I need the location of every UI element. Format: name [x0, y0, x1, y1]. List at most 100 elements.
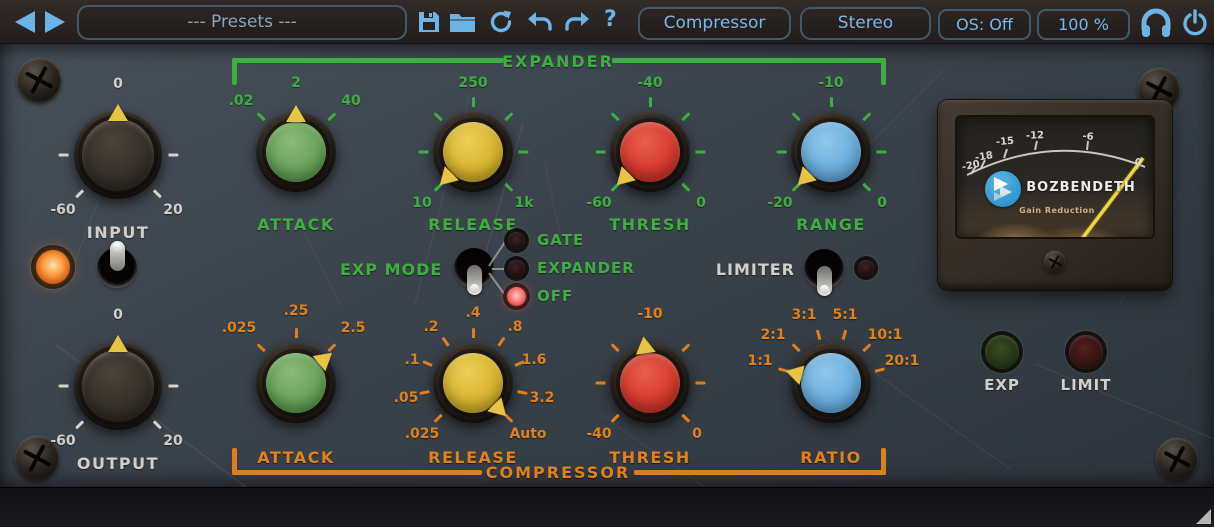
scale-label: 10: [412, 195, 431, 211]
zoom-level-button[interactable]: 100 %: [1037, 9, 1130, 40]
scale-label: -60: [586, 195, 611, 211]
meter-needle-shadow: [1057, 158, 1143, 239]
screw-bottom-right: [1156, 438, 1198, 480]
meter-scale-label: 0: [1134, 157, 1143, 169]
scale-label: -60: [50, 202, 75, 218]
plugin-panel: EXPANDER 0 -60 20 INPUT 0 -60 20 OUTPUT: [0, 44, 1214, 487]
oversampling-button[interactable]: OS: Off: [938, 9, 1031, 40]
scale-label: .25: [284, 303, 309, 319]
expander-range-cluster: -10 -20 0 RANGE: [736, 57, 926, 247]
limiter-label: LIMITER: [698, 260, 795, 279]
scale-label: -40: [637, 75, 662, 91]
preset-back-button[interactable]: [15, 11, 35, 33]
compressor-thresh-knob[interactable]: [610, 343, 690, 423]
compressor-attack-knob[interactable]: [256, 343, 336, 423]
scale-label: 0: [877, 195, 887, 211]
knob-cap: [620, 122, 680, 182]
meter-scale-label: -20: [961, 159, 981, 174]
scale-label: Auto: [509, 426, 546, 442]
save-icon[interactable]: [417, 10, 441, 34]
scale-label: .8: [507, 319, 522, 335]
meter-needle: [1057, 158, 1143, 239]
bozdigital-logo: [985, 171, 1021, 207]
scale-label: -40: [586, 426, 611, 442]
meter-arc: [957, 117, 1155, 239]
scale-label: .02: [229, 93, 254, 109]
scale-label: 0: [113, 76, 123, 92]
expander-thresh-knob[interactable]: [610, 112, 690, 192]
compressor-release-knob[interactable]: [433, 343, 513, 423]
scale-label: 0: [113, 307, 123, 323]
knob-cap: [82, 350, 154, 422]
resize-handle[interactable]: [1196, 509, 1211, 524]
headphones-icon[interactable]: [1139, 7, 1173, 39]
input-label: INPUT: [23, 223, 213, 242]
scale-label: 2: [291, 75, 301, 91]
scale-label: .025: [405, 426, 440, 442]
expander-attack-knob[interactable]: [256, 112, 336, 192]
compressor-thresh-cluster: -10 -40 0 THRESH: [555, 288, 745, 478]
scale-label: 10:1: [868, 327, 903, 343]
undo-icon[interactable]: [527, 10, 553, 35]
meter-scale-label: -6: [1082, 131, 1094, 143]
input-signal-led: [36, 250, 70, 284]
knob-cap: [801, 122, 861, 182]
help-icon[interactable]: ?: [604, 7, 617, 32]
expander-bracket-right: [612, 58, 886, 63]
output-knob[interactable]: [74, 342, 162, 430]
limiter-toggle[interactable]: [802, 247, 846, 291]
presets-dropdown[interactable]: --- Presets ---: [77, 5, 407, 40]
open-folder-icon[interactable]: [449, 10, 476, 34]
scale-label: 1.6: [522, 352, 547, 368]
compressor-ratio-cluster: 1:1 2:1 3:1 5:1 10:1 20:1 RATIO: [736, 288, 926, 478]
knob-cap: [443, 122, 503, 182]
io-toggle-switch[interactable]: [95, 246, 139, 290]
meter-scale-label: -12: [1026, 130, 1044, 142]
expander-thresh-cluster: -40 -60 0 THRESH: [555, 57, 745, 247]
input-knob[interactable]: [74, 111, 162, 199]
limit-led-label: LIMIT: [1051, 376, 1121, 394]
exp-mode-option-off[interactable]: OFF: [537, 287, 573, 305]
scale-label: 20: [163, 202, 182, 218]
power-icon[interactable]: [1181, 8, 1209, 38]
scale-label: .05: [394, 390, 419, 406]
redo-icon[interactable]: [564, 10, 590, 35]
meter-scale-label: -18: [974, 150, 994, 164]
channel-mode-tab[interactable]: Compressor: [638, 7, 791, 40]
scale-label: 250: [458, 75, 487, 91]
scale-label: -10: [818, 75, 843, 91]
compressor-release-cluster: .025 .05 .1 .2 .4 .8 1.6 3.2 Auto RELEAS…: [378, 288, 568, 478]
exp-mode-option-expander[interactable]: EXPANDER: [537, 259, 635, 277]
bottom-bar: [0, 487, 1214, 527]
expander-bracket-end-left: [232, 58, 237, 85]
exp-mode-option-gate[interactable]: GATE: [537, 231, 584, 249]
compressor-bracket-end-right: [881, 448, 886, 475]
expander-release-knob[interactable]: [433, 112, 513, 192]
preset-forward-button[interactable]: [45, 11, 65, 33]
exp-active-led: [985, 335, 1019, 369]
meter-screw: [1044, 251, 1065, 272]
meter-subtitle: Gain Reduction: [982, 206, 1132, 215]
compressor-ratio-knob[interactable]: [791, 343, 871, 423]
limiter-led: [858, 260, 874, 276]
scale-label: 3:1: [791, 307, 816, 323]
brand-name: BOZBENDETH: [1019, 180, 1143, 195]
toolbar: --- Presets --- ? Compressor Stereo OS: …: [0, 0, 1214, 44]
scale-label: 1k: [514, 195, 533, 211]
scale-label: 2.5: [341, 320, 366, 336]
expander-release-cluster: 250 10 1k RELEASE: [378, 57, 568, 247]
compressor-ratio-label: RATIO: [736, 448, 926, 467]
exp-mode-expander-led: [508, 260, 525, 277]
expander-range-knob[interactable]: [791, 112, 871, 192]
stereo-mode-tab[interactable]: Stereo: [800, 7, 931, 40]
refresh-icon[interactable]: [488, 9, 514, 35]
meter-face: -20 -18 -15 -12 -6 0 BOZBENDETH Gain Red…: [955, 115, 1155, 239]
meter-scale-label: -15: [996, 136, 1015, 149]
scale-label: 20:1: [885, 353, 920, 369]
knob-cap: [266, 353, 326, 413]
scale-label: 3.2: [530, 390, 555, 406]
scale-label: 2:1: [760, 327, 785, 343]
expander-range-label: RANGE: [736, 215, 926, 234]
scale-label: -20: [767, 195, 792, 211]
compressor-attack-label: ATTACK: [201, 448, 391, 467]
